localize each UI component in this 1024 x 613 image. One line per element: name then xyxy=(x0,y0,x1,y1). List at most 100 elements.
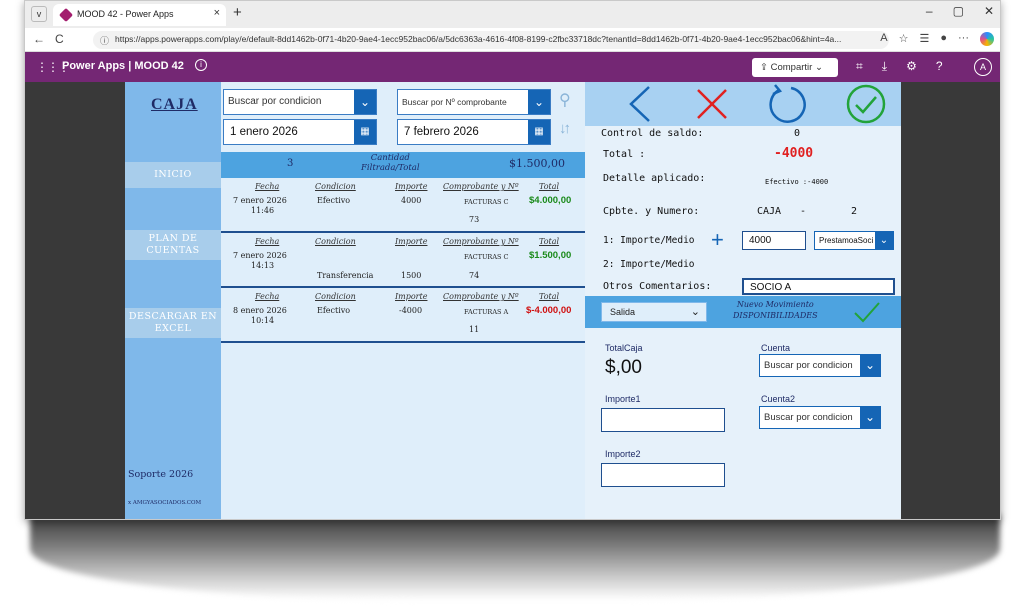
help-icon[interactable]: ? xyxy=(936,59,943,74)
date-to-picker[interactable]: 7 febrero 2026 ▦ xyxy=(397,119,551,145)
cpbte-number: 2 xyxy=(851,206,858,217)
table-row[interactable]: Fecha Condicion Importe Comprobante y Nº… xyxy=(221,289,585,343)
row-condicion: Transferencia xyxy=(317,271,374,280)
row-numero: 73 xyxy=(469,215,480,224)
share-icon: ⇪ xyxy=(760,62,771,73)
detalle-value: Efectivo :-4000 xyxy=(765,178,829,186)
calendar-icon[interactable]: ▦ xyxy=(354,120,376,144)
app-title: Power Apps | MOOD 42 xyxy=(62,60,184,72)
browser-window: v MOOD 42 - Power Apps × + – ▢ ✕ ← C ⓘ h… xyxy=(24,0,1001,520)
more-icon[interactable]: ··· xyxy=(958,32,969,46)
date-to-text: 7 febrero 2026 xyxy=(404,126,479,138)
cpbte-label: Cpbte. y Numero: xyxy=(603,206,700,217)
record-count: 3 xyxy=(287,158,294,169)
comentarios-value: SOCIO A xyxy=(750,282,792,293)
nav-descargar-excel-label: DESCARGAR EN EXCEL xyxy=(128,311,218,334)
browser-tab[interactable]: MOOD 42 - Power Apps × xyxy=(53,4,226,26)
window-shadow xyxy=(30,515,1000,600)
movement-type-dropdown[interactable]: Salida ⌄ xyxy=(601,302,707,322)
chevron-down-icon: ⌄ xyxy=(690,306,700,318)
back-icon[interactable]: ← xyxy=(33,32,45,46)
control-saldo-value: 0 xyxy=(794,128,801,139)
maximize-icon[interactable]: ▢ xyxy=(953,4,964,18)
new-movement-bar: Salida ⌄ Nuevo Movimiento DISPONIBILIDAD… xyxy=(585,296,901,328)
settings-gear-icon[interactable]: ⚙ xyxy=(906,59,917,74)
row-condicion: Efectivo xyxy=(317,196,351,205)
powerapps-favicon-icon xyxy=(58,7,74,23)
voucher-filter-dropdown[interactable]: Buscar por Nº comprobante ⌄ xyxy=(397,89,551,115)
minimize-icon[interactable]: – xyxy=(926,4,933,18)
nav-inicio-button[interactable]: INICIO xyxy=(125,162,221,188)
control-saldo-label: Control de saldo: xyxy=(601,128,704,139)
left-sidebar: CAJA INICIO PLAN DE CUENTAS DESCARGAR EN… xyxy=(125,82,221,519)
importe1-input[interactable]: 4000 xyxy=(742,231,806,250)
fit-to-window-icon[interactable]: ⌗ xyxy=(856,59,863,74)
calendar-icon[interactable]: ▦ xyxy=(528,120,550,144)
favorites-icon[interactable]: ☰ xyxy=(919,32,929,46)
cuenta-dropdown[interactable]: Buscar por condicion ⌄ xyxy=(759,354,881,377)
movement-type-value: Salida xyxy=(610,307,636,317)
importe2-form-input[interactable] xyxy=(601,463,725,487)
site-info-icon[interactable]: ⓘ xyxy=(100,34,109,47)
importe1-label: 1: Importe/Medio xyxy=(603,235,695,246)
search-icon[interactable]: ⚲ xyxy=(559,90,571,110)
profile-icon[interactable]: ● xyxy=(940,32,947,46)
medio1-dropdown[interactable]: PrestamoaSoci ⌄ xyxy=(814,231,894,250)
close-window-icon[interactable]: ✕ xyxy=(984,4,994,18)
favorite-star-icon[interactable]: ☆ xyxy=(899,32,909,46)
canvas-right-margin xyxy=(901,82,1000,519)
comentarios-input[interactable]: SOCIO A xyxy=(742,278,895,295)
new-tab-button[interactable]: + xyxy=(233,4,242,21)
list-summary-header: 3 Cantidad Filtrada/Total $1.500,00 xyxy=(221,152,585,178)
url-field[interactable]: ⓘ https://apps.powerapps.com/play/e/defa… xyxy=(93,31,889,49)
download-icon[interactable]: ⤓ xyxy=(882,59,887,74)
importe1-form-input[interactable] xyxy=(601,408,725,432)
cancel-x-icon[interactable] xyxy=(695,87,729,121)
condition-filter-text: Buscar por condicion xyxy=(228,96,322,107)
nav-plan-cuentas-button[interactable]: PLAN DE CUENTAS xyxy=(125,230,221,260)
cuenta-label: Cuenta xyxy=(761,343,791,353)
tab-actions-menu[interactable]: v xyxy=(31,6,47,22)
col-header-comprobante: Comprobante y Nº xyxy=(443,292,519,301)
condition-filter-dropdown[interactable]: Buscar por condicion ⌄ xyxy=(223,89,377,115)
read-aloud-icon[interactable]: A xyxy=(880,32,887,46)
row-hora: 10:14 xyxy=(251,316,275,325)
importe2-label: 2: Importe/Medio xyxy=(603,259,695,270)
row-comprobante: FACTURAS C xyxy=(464,198,509,206)
detail-panel: Control de saldo: 0 Total : -4000 Detall… xyxy=(585,82,901,519)
reload-icon[interactable]: C xyxy=(55,32,64,46)
col-header-fecha: Fecha xyxy=(255,237,280,246)
col-header-comprobante: Comprobante y Nº xyxy=(443,182,519,191)
cuenta2-label: Cuenta2 xyxy=(761,394,796,404)
copilot-icon[interactable] xyxy=(980,32,994,46)
app-info-icon[interactable]: i xyxy=(195,59,207,71)
save-movement-check-icon[interactable] xyxy=(853,300,881,324)
date-from-picker[interactable]: 1 enero 2026 ▦ xyxy=(223,119,377,145)
row-importe: 1500 xyxy=(401,271,422,280)
page-title: CAJA xyxy=(151,96,198,113)
tab-close-icon[interactable]: × xyxy=(214,7,220,19)
back-arrow-icon[interactable] xyxy=(627,85,653,123)
tab-title: MOOD 42 - Power Apps xyxy=(77,9,174,19)
add-payment-icon[interactable]: + xyxy=(711,227,724,253)
detalle-label: Detalle aplicado: xyxy=(603,173,706,184)
user-avatar[interactable]: A xyxy=(974,58,992,76)
company-text: x AMGYASOCIADOS.COM xyxy=(128,500,202,506)
row-total: $-4.000,00 xyxy=(526,305,572,316)
refresh-icon[interactable] xyxy=(767,84,807,124)
table-row[interactable]: Fecha Condicion Importe Comprobante y Nº… xyxy=(221,234,585,288)
share-button[interactable]: ⇪ Compartir ⌄ xyxy=(752,58,838,77)
cuenta2-dropdown[interactable]: Buscar por condicion ⌄ xyxy=(759,406,881,429)
date-from-text: 1 enero 2026 xyxy=(230,126,298,138)
confirm-check-icon[interactable] xyxy=(846,84,886,124)
header-icons: ⌗ ⤓ ⚙ ? xyxy=(856,59,943,74)
sort-icon[interactable]: ↓↑ xyxy=(559,120,571,137)
col-header-condicion: Condicion xyxy=(315,292,356,301)
row-total: $1.500,00 xyxy=(529,250,572,261)
window-controls: – ▢ ✕ xyxy=(926,4,994,18)
row-condicion: Efectivo xyxy=(317,306,351,315)
nav-descargar-excel-button[interactable]: DESCARGAR EN EXCEL xyxy=(125,308,221,338)
row-numero: 74 xyxy=(469,271,480,280)
table-row[interactable]: Fecha Condicion Importe Comprobante y Nº… xyxy=(221,179,585,233)
medio1-value: PrestamoaSoci xyxy=(819,236,874,245)
